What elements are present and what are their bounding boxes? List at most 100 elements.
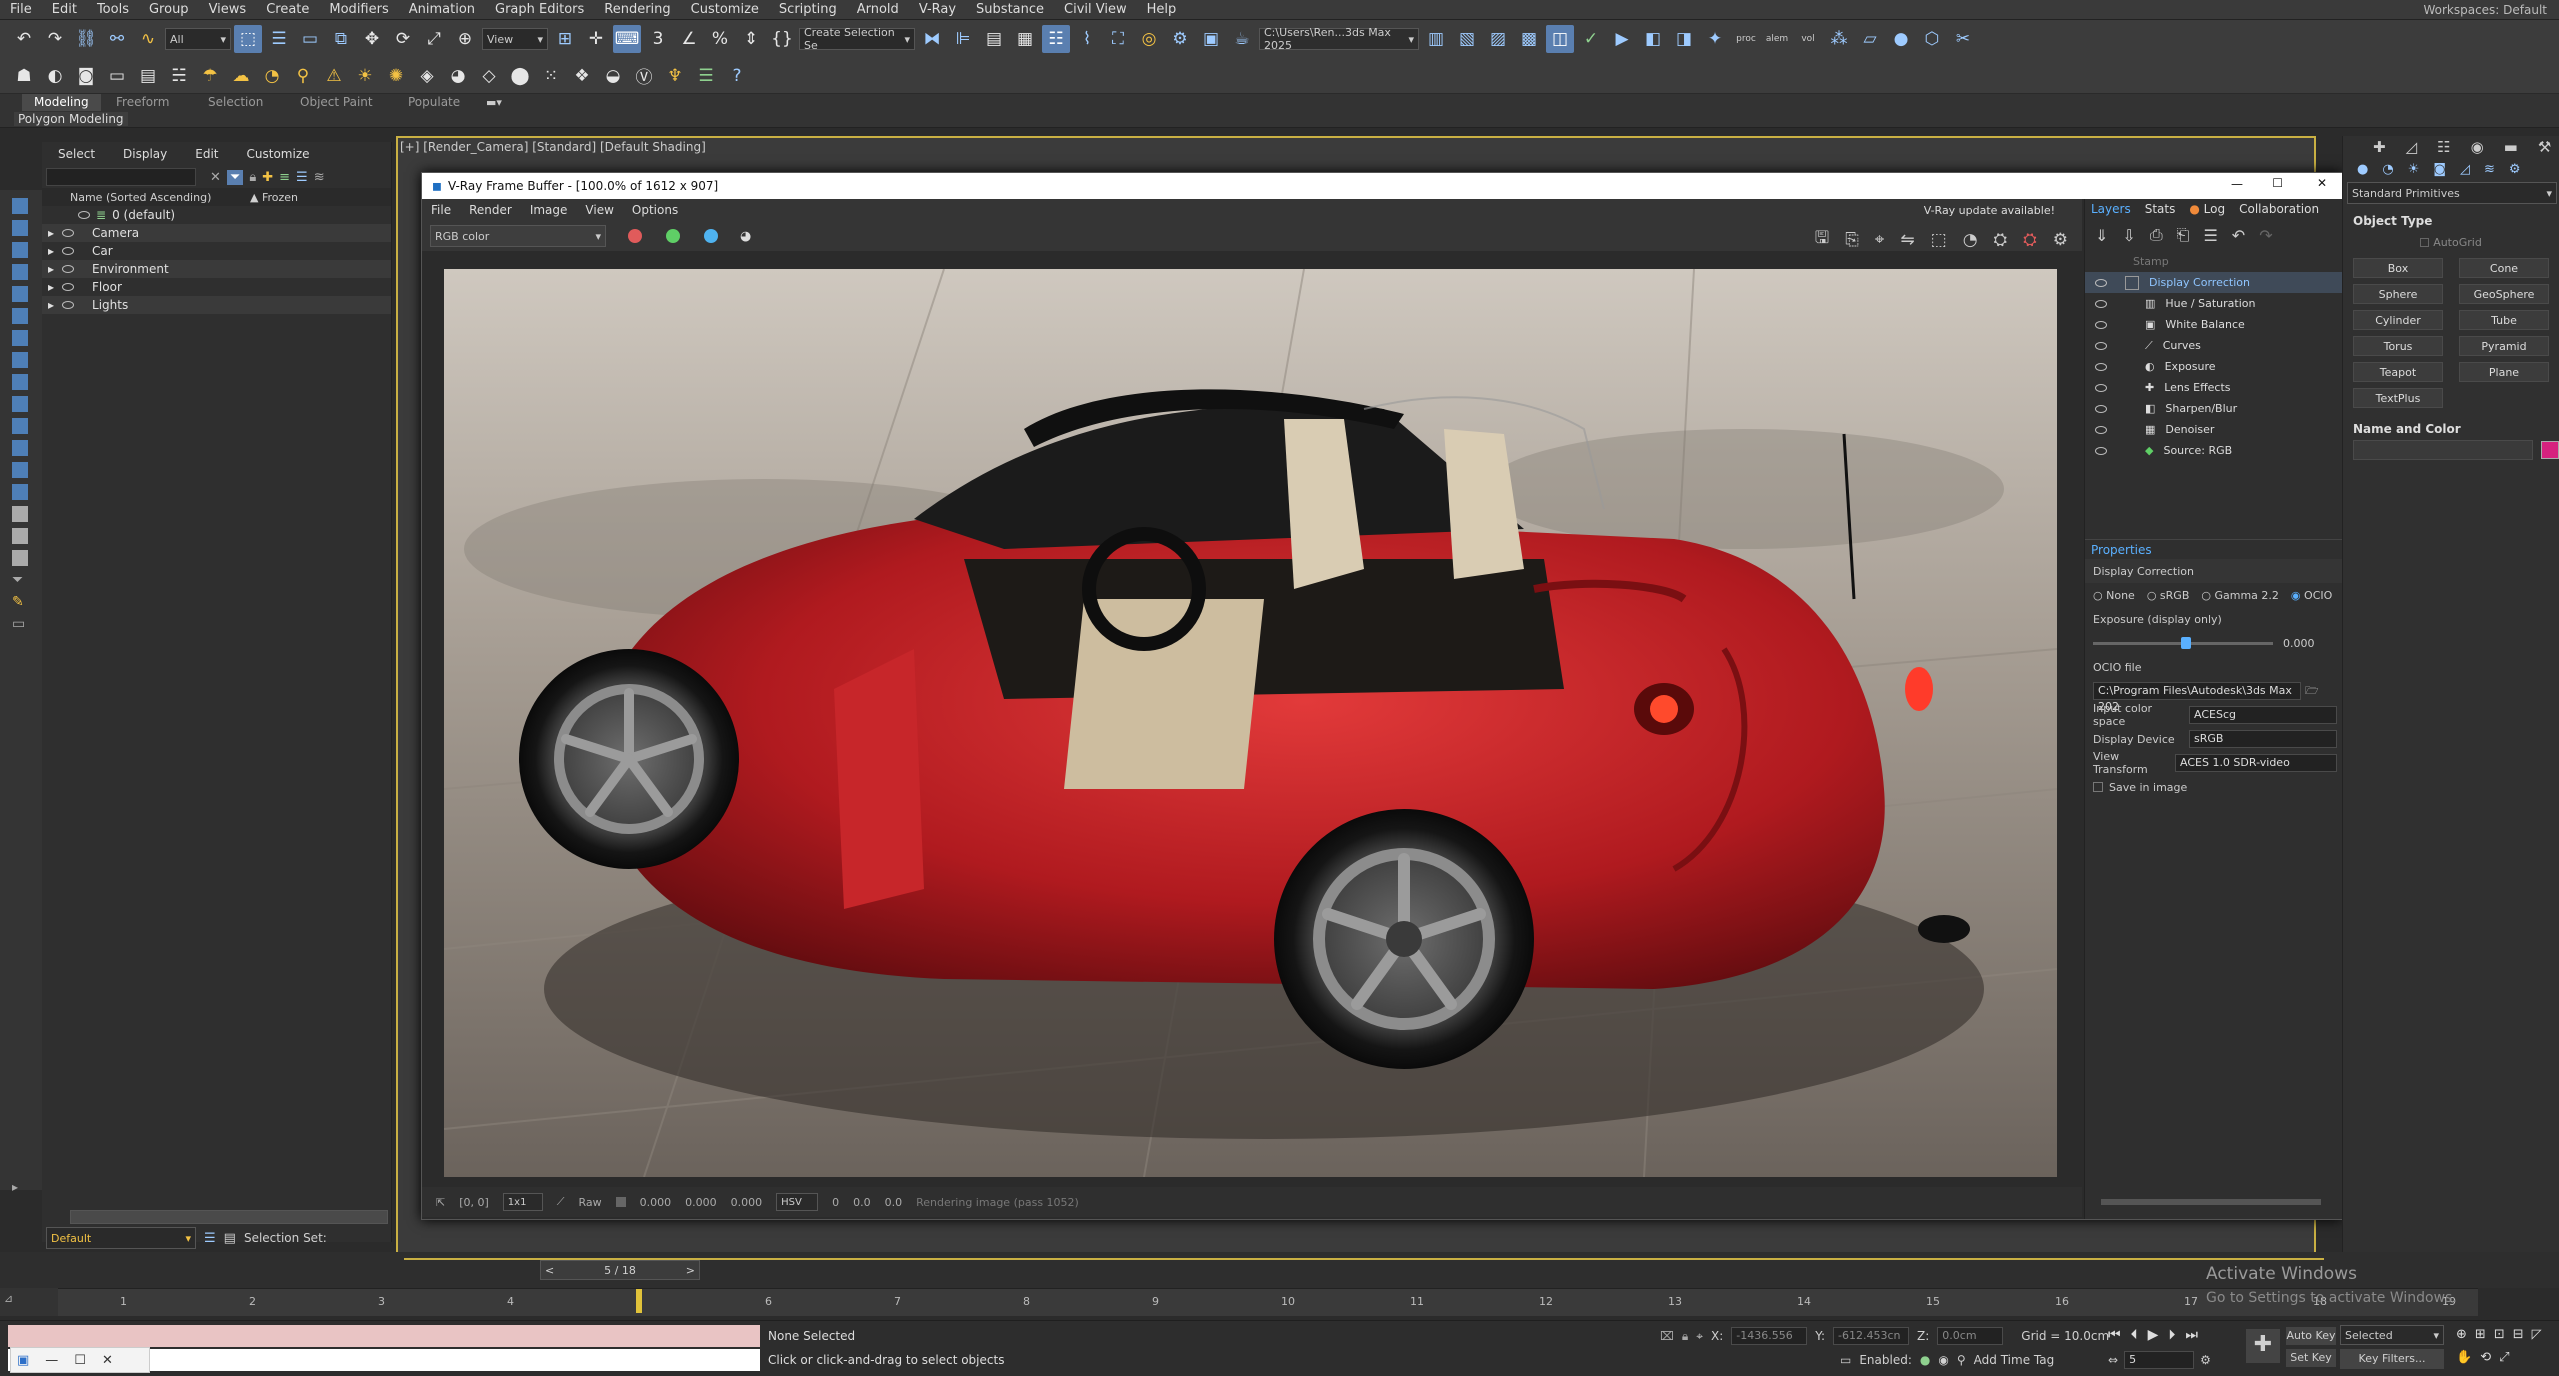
save-image-icon[interactable]: 🖫︎ <box>1815 225 1829 254</box>
shapes-icon[interactable]: ◔ <box>2382 162 2393 177</box>
isolate-icon[interactable]: ⌧ <box>1660 1329 1674 1343</box>
view-transform-dropdown[interactable]: ACES 1.0 SDR-video <box>2175 754 2337 772</box>
motion-tab-icon[interactable]: ◉ <box>2471 138 2484 156</box>
maxscript-listener-input[interactable] <box>8 1325 760 1347</box>
cone-button[interactable]: Cone <box>2459 258 2549 278</box>
alpha-channel-icon[interactable]: ◕ <box>740 229 751 244</box>
object-name-input[interactable] <box>2353 440 2533 460</box>
spacewarps-icon[interactable]: ≋ <box>2484 162 2495 177</box>
tab-stats[interactable]: Stats <box>2145 202 2176 216</box>
display-cameras-icon[interactable] <box>12 286 28 302</box>
rotate-icon[interactable]: ⟳ <box>389 25 417 53</box>
autogrid-row[interactable]: AutoGrid <box>2343 232 2559 252</box>
layer-row-lights[interactable]: ▸ Lights <box>42 296 391 314</box>
eye-icon[interactable] <box>2095 320 2107 329</box>
orbit-icon[interactable]: ⟲ <box>2480 1350 2491 1365</box>
redo-icon[interactable]: ↷ <box>41 25 69 53</box>
object-color-swatch[interactable] <box>2541 441 2559 459</box>
snaps-toggle-icon[interactable]: 3 <box>644 25 672 53</box>
menu-tools[interactable]: Tools <box>87 0 139 20</box>
expand-arrow-icon[interactable]: ▸ <box>48 298 54 312</box>
radio-srgb[interactable]: ○ sRGB <box>2147 589 2190 602</box>
display-shapes-icon[interactable] <box>12 242 28 258</box>
dome-light-icon[interactable]: ☁ <box>227 62 255 90</box>
sync-selection-icon[interactable]: ✎ <box>12 594 28 610</box>
expand-arrow-icon[interactable]: ▸ <box>48 262 54 276</box>
display-all-icon[interactable] <box>12 484 28 500</box>
undo-layer-icon[interactable]: ↶ <box>2232 226 2245 245</box>
add-to-layer-icon[interactable]: ≡ <box>279 170 290 185</box>
box-icon[interactable]: ◈ <box>413 62 441 90</box>
zoom-all-icon[interactable]: ⊞ <box>2475 1327 2486 1342</box>
minimize-icon[interactable]: — <box>2231 177 2243 191</box>
scene-menu-display[interactable]: Display <box>123 147 167 161</box>
bind-spacewarp-icon[interactable]: ∿ <box>134 25 162 53</box>
layer-list-icon[interactable]: ☰ <box>2203 226 2217 245</box>
vray-clipper-icon[interactable]: ✂ <box>1949 25 1977 53</box>
next-frame-icon[interactable]: > <box>686 1264 695 1277</box>
rendered-image[interactable] <box>444 269 2057 1177</box>
display-helpers-icon[interactable] <box>12 308 28 324</box>
geosphere-button[interactable]: GeoSphere <box>2459 284 2549 304</box>
collapse-icon[interactable]: ≋ <box>314 170 325 185</box>
zoom-ratio-dropdown[interactable]: 1x1 <box>502 1193 543 1211</box>
layer-row-floor[interactable]: ▸ Floor <box>42 278 391 296</box>
expand-arrow-icon[interactable]: ▸ <box>48 244 54 258</box>
expand-icon[interactable]: ▸ <box>12 1180 18 1194</box>
layer-white-balance[interactable]: ▣ White Balance <box>2085 314 2342 335</box>
ribbon-sub-polygon-modeling[interactable]: Polygon Modeling <box>14 112 128 126</box>
column-frozen[interactable]: ▲ Frozen <box>250 191 298 204</box>
layer-hue-saturation[interactable]: ▥ Hue / Saturation <box>2085 293 2342 314</box>
go-to-start-icon[interactable]: ⏮ <box>2108 1327 2121 1343</box>
window-restore-icon[interactable]: ☐ <box>74 1353 86 1368</box>
light-icon[interactable]: ☂ <box>196 62 224 90</box>
project-save-icon[interactable]: ▨ <box>1484 25 1512 53</box>
display-xrefs-icon[interactable] <box>12 374 28 390</box>
pin-icon[interactable]: ⇱ <box>436 1196 445 1209</box>
display-tab-icon[interactable]: ▬ <box>2504 138 2518 156</box>
selection-set-icon[interactable]: ▤ <box>224 1231 236 1246</box>
link-icon[interactable]: ⛓ <box>72 25 100 53</box>
render-icon[interactable]: ⛭ <box>1994 230 2008 250</box>
render-iterative-icon[interactable]: ◐ <box>41 62 69 90</box>
track-mouse-icon[interactable]: ⌖ <box>1875 230 1885 250</box>
y-coord-field[interactable]: -612.453cn <box>1833 1327 1910 1345</box>
filter-toggle-icon[interactable]: ⏷ <box>226 169 244 185</box>
auto-key-button[interactable]: Auto Key <box>2286 1327 2336 1345</box>
menu-modifiers[interactable]: Modifiers <box>319 0 398 20</box>
scene-explorer-scrollbar[interactable] <box>70 1210 388 1224</box>
eye-icon[interactable] <box>2095 278 2107 287</box>
vray-render-icon[interactable]: ▶ <box>1608 25 1636 53</box>
fov-icon[interactable]: ◸ <box>2532 1327 2542 1342</box>
vfb-menu-render[interactable]: Render <box>460 203 521 217</box>
move-icon[interactable]: ✥ <box>358 25 386 53</box>
edit-named-selection-icon[interactable]: {} <box>768 25 796 53</box>
track-bar-toggle-icon[interactable]: ⊿ <box>0 1288 58 1316</box>
eye-icon[interactable] <box>2095 299 2107 308</box>
scene-explorer-icon[interactable]: ☷ <box>1042 25 1070 53</box>
scale-icon[interactable]: ⤢ <box>420 25 448 53</box>
zoom-extents-icon[interactable]: ⊡ <box>2494 1327 2505 1342</box>
lock-selection-icon[interactable]: 🔒︎ <box>1682 1329 1688 1344</box>
angle-snap-icon[interactable]: ∠ <box>675 25 703 53</box>
sun-icon[interactable]: ☀ <box>351 62 379 90</box>
menu-file[interactable]: File <box>0 0 42 20</box>
window-close-icon[interactable]: ✕ <box>102 1353 113 1368</box>
menu-help[interactable]: Help <box>1137 0 1187 20</box>
help-icon[interactable]: ? <box>723 62 751 90</box>
viewport-capture-icon[interactable]: ◫ <box>1546 25 1574 53</box>
display-containers-icon[interactable] <box>12 418 28 434</box>
channel-dropdown[interactable]: RGB color ▾ <box>430 225 606 247</box>
exposure-slider-handle[interactable] <box>2181 636 2191 649</box>
torus-button[interactable]: Torus <box>2353 336 2443 356</box>
rendered-frame-window-icon[interactable]: ▣ <box>1197 25 1225 53</box>
cameras-icon[interactable]: ◙ <box>2433 162 2446 177</box>
display-frozen-icon[interactable] <box>12 440 28 456</box>
key-mode-icon[interactable]: ⇔ <box>2108 1353 2118 1367</box>
eye-icon[interactable] <box>2095 362 2107 371</box>
pyramid-button[interactable]: Pyramid <box>2459 336 2549 356</box>
unlink-icon[interactable]: ⚯ <box>103 25 131 53</box>
go-to-end-icon[interactable]: ⏭ <box>2185 1327 2198 1343</box>
selection-filter-dropdown[interactable]: All ▾ <box>165 28 231 50</box>
time-slider[interactable]: < 5 / 18 > <box>540 1260 700 1280</box>
